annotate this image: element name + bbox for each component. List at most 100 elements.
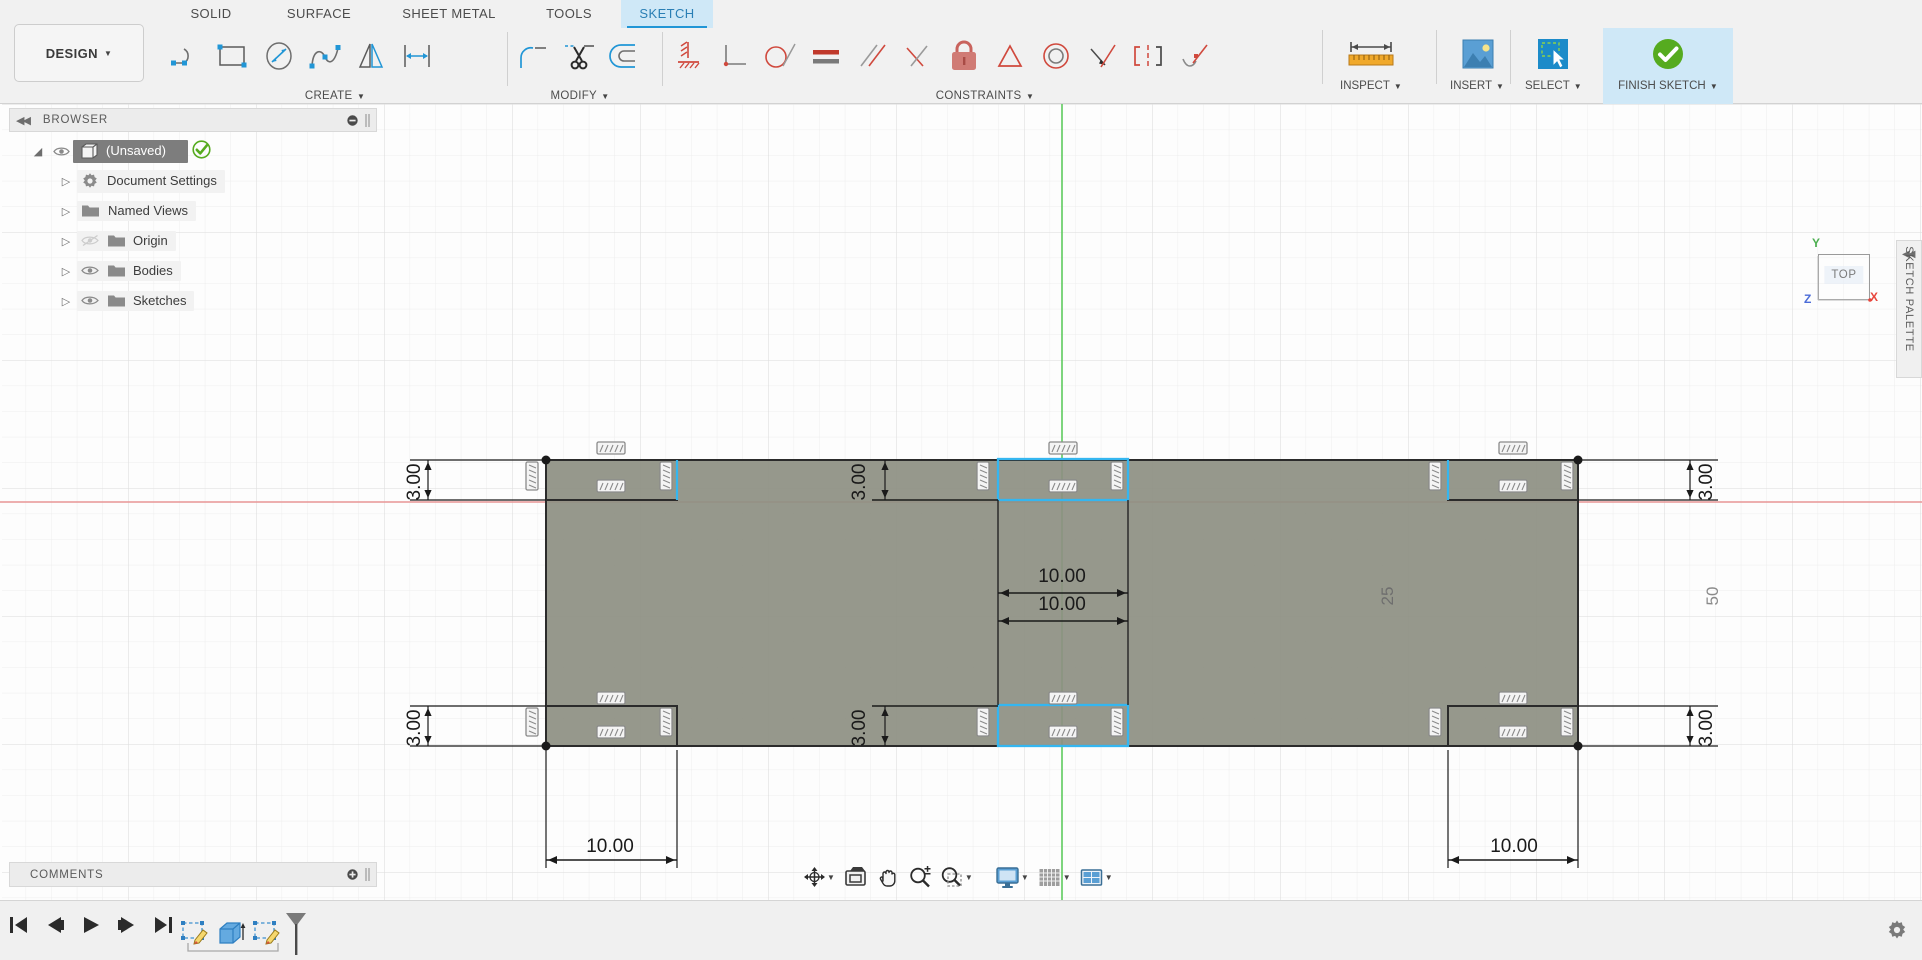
select-button[interactable]: SELECT ▼ (1515, 28, 1592, 104)
dimension-label[interactable]: 10.00 (1038, 566, 1086, 587)
chevron-down-icon[interactable]: ▼ (1021, 873, 1029, 882)
dimension-label[interactable]: 3.00 (1696, 710, 1717, 747)
minimize-icon[interactable] (347, 114, 358, 126)
dimension-label[interactable]: 3.00 (404, 710, 425, 747)
green-check-icon[interactable] (192, 140, 211, 162)
rectangle-icon[interactable] (210, 30, 256, 82)
group-label-constraints[interactable]: CONSTRAINTS ▼ (665, 90, 1305, 102)
tree-item-origin[interactable]: ▷ Origin (9, 226, 377, 256)
axis-label-z: Z (1804, 292, 1812, 306)
parallel-icon[interactable] (849, 30, 895, 82)
chevron-down-icon[interactable]: ▼ (1063, 873, 1071, 882)
dimension-label[interactable]: 3.00 (404, 464, 425, 501)
dimension-label[interactable]: 10.00 (1038, 594, 1086, 615)
tree-item-unsaved[interactable]: ◢ (Unsaved) (9, 136, 377, 166)
expand-arrow-icon[interactable]: ▷ (55, 175, 77, 188)
workspace-switcher-button[interactable]: DESIGN ▼ (14, 24, 144, 82)
dimension-label[interactable]: 10.00 (586, 836, 634, 857)
insert-button[interactable]: INSERT ▼ (1440, 28, 1514, 104)
grid-icon[interactable]: ▼ (1034, 864, 1074, 890)
spline-icon[interactable] (302, 30, 348, 82)
visibility-off-eye-icon[interactable] (81, 234, 100, 247)
tree-item-named-views[interactable]: ▷ Named Views (9, 196, 377, 226)
tab-sketch[interactable]: SKETCH (621, 0, 713, 28)
tree-item-document-settings[interactable]: ▷ Document Settings (9, 166, 377, 196)
tree-item-bodies[interactable]: ▷ Bodies (9, 256, 377, 286)
horizontal-vertical-icon[interactable] (665, 30, 711, 82)
vertical-constraint-icon (1110, 707, 1124, 737)
group-label-modify[interactable]: MODIFY ▼ (510, 90, 650, 102)
timeline-playback-controls (8, 915, 174, 935)
perpendicular-icon[interactable] (711, 30, 757, 82)
group-label-create[interactable]: CREATE ▼ (160, 90, 510, 102)
browser-tree: ◢ (Unsaved) ▷ Document Settings ▷ Named … (9, 132, 377, 316)
viewports-icon[interactable]: ▼ (1076, 864, 1116, 890)
visibility-eye-icon[interactable] (81, 294, 100, 307)
tangent-icon[interactable] (757, 30, 803, 82)
orbit-icon[interactable]: ▼ (800, 864, 838, 890)
equal-icon[interactable] (803, 30, 849, 82)
expand-arrow-icon[interactable]: ▷ (55, 295, 77, 308)
zoom-window-icon[interactable]: ▼ (937, 864, 976, 890)
fillet-icon[interactable] (510, 30, 556, 82)
curvature-icon[interactable] (1171, 30, 1217, 82)
expand-arrow-icon[interactable]: ▷ (55, 265, 77, 278)
tab-tools[interactable]: TOOLS (527, 0, 611, 28)
settings-gear-icon[interactable] (1886, 919, 1908, 946)
sketch-palette-tab[interactable]: ◀◀ SKETCH PALETTE (1896, 240, 1922, 378)
circle-icon[interactable] (256, 30, 302, 82)
collapse-left-icon[interactable]: ◀◀ (16, 114, 31, 127)
comments-title: COMMENTS (30, 868, 104, 881)
chevron-down-icon[interactable]: ▼ (965, 873, 973, 882)
axis-label-x: X (1870, 290, 1879, 304)
step-back-icon[interactable] (44, 915, 66, 935)
collinear-icon[interactable] (1079, 30, 1125, 82)
fix-lock-icon[interactable] (941, 30, 987, 82)
dimension-label[interactable]: 3.00 (1696, 464, 1717, 501)
skip-to-end-icon[interactable] (152, 915, 174, 935)
chevron-down-icon: ▼ (1709, 82, 1718, 91)
grip-icon[interactable] (365, 868, 370, 881)
view-cube[interactable]: TOP Y X Z (1804, 236, 1879, 306)
display-monitor-icon[interactable]: ▼ (992, 864, 1032, 890)
chevron-down-icon: ▼ (356, 92, 366, 101)
chevron-down-icon[interactable]: ▼ (827, 873, 835, 882)
grip-icon[interactable] (365, 113, 370, 127)
dimension-label[interactable]: 3.00 (849, 710, 870, 747)
tab-sheet-metal[interactable]: SHEET METAL (381, 0, 517, 28)
pan-hand-icon[interactable] (873, 864, 903, 890)
skip-to-start-icon[interactable] (8, 915, 30, 935)
horizontal-constraint-icon (596, 725, 626, 739)
finish-sketch-button[interactable]: FINISH SKETCH ▼ (1603, 28, 1733, 104)
symmetry-icon[interactable] (1125, 30, 1171, 82)
visibility-eye-icon[interactable] (49, 146, 73, 157)
expand-arrow-icon[interactable]: ◢ (27, 145, 49, 158)
offset-icon[interactable] (602, 30, 648, 82)
trim-scissors-icon[interactable] (556, 30, 602, 82)
coincident-icon[interactable] (987, 30, 1033, 82)
expand-arrow-icon[interactable]: ▷ (55, 235, 77, 248)
offset-distance-icon[interactable] (394, 30, 440, 82)
comments-panel[interactable]: COMMENTS (9, 862, 377, 887)
step-forward-icon[interactable] (116, 915, 138, 935)
tab-solid[interactable]: SOLID (165, 0, 257, 28)
visibility-eye-icon[interactable] (81, 264, 100, 277)
dimension-label[interactable]: 10.00 (1490, 836, 1538, 857)
midpoint-icon[interactable] (895, 30, 941, 82)
gear-icon (83, 172, 97, 188)
look-at-icon[interactable] (840, 864, 871, 890)
expand-arrow-icon[interactable]: ▷ (55, 205, 77, 218)
mirror-icon[interactable] (348, 30, 394, 82)
tab-surface[interactable]: SURFACE (267, 0, 371, 28)
concentric-icon[interactable] (1033, 30, 1079, 82)
inspect-button[interactable]: INSPECT ▼ (1330, 28, 1412, 104)
line-icon[interactable] (164, 30, 210, 82)
horizontal-constraint-icon (1048, 441, 1078, 455)
chevron-down-icon[interactable]: ▼ (1105, 873, 1113, 882)
play-icon[interactable] (80, 915, 102, 935)
add-comment-icon[interactable] (347, 869, 358, 880)
tree-item-sketches[interactable]: ▷ Sketches (9, 286, 377, 316)
browser-header[interactable]: ◀◀ BROWSER (9, 108, 377, 132)
zoom-icon[interactable] (905, 864, 935, 890)
dimension-label[interactable]: 3.00 (849, 464, 870, 501)
